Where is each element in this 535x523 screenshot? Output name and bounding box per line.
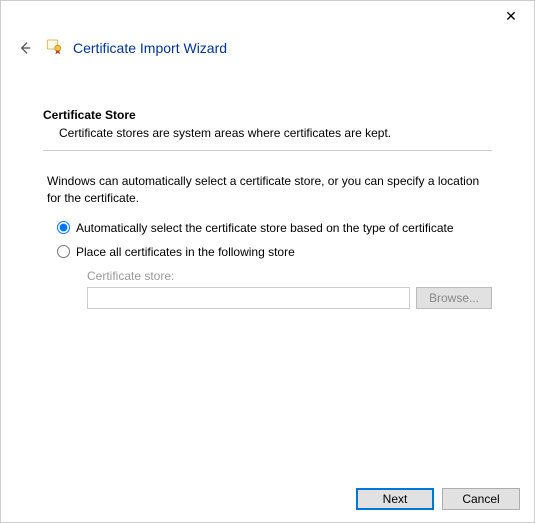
- option-auto-radio[interactable]: [57, 221, 70, 234]
- description-text: Windows can automatically select a certi…: [43, 173, 492, 207]
- back-button[interactable]: [15, 38, 35, 58]
- store-input-row: Browse...: [87, 287, 492, 309]
- store-section: Certificate store: Browse...: [57, 269, 492, 309]
- option-manual-label: Place all certificates in the following …: [76, 245, 295, 259]
- store-label: Certificate store:: [87, 269, 492, 283]
- close-button[interactable]: ✕: [496, 4, 526, 28]
- wizard-header: Certificate Import Wizard: [1, 31, 534, 68]
- content-area: Certificate Store Certificate stores are…: [1, 68, 534, 309]
- footer: Next Cancel: [1, 476, 534, 522]
- option-auto-label: Automatically select the certificate sto…: [76, 221, 454, 235]
- wizard-title: Certificate Import Wizard: [73, 40, 227, 56]
- titlebar: ✕: [1, 1, 534, 31]
- option-manual[interactable]: Place all certificates in the following …: [57, 245, 492, 259]
- certificate-icon: [45, 37, 63, 58]
- store-option-group: Automatically select the certificate sto…: [43, 221, 492, 309]
- option-manual-radio[interactable]: [57, 245, 70, 258]
- browse-button: Browse...: [416, 287, 492, 309]
- divider: [43, 150, 492, 151]
- close-icon: ✕: [505, 8, 517, 25]
- store-input: [87, 287, 410, 309]
- back-arrow-icon: [17, 40, 33, 56]
- section-subtext: Certificate stores are system areas wher…: [59, 126, 492, 140]
- cancel-button[interactable]: Cancel: [442, 488, 520, 510]
- option-auto[interactable]: Automatically select the certificate sto…: [57, 221, 492, 235]
- next-button[interactable]: Next: [356, 488, 434, 510]
- section-heading: Certificate Store: [43, 108, 492, 122]
